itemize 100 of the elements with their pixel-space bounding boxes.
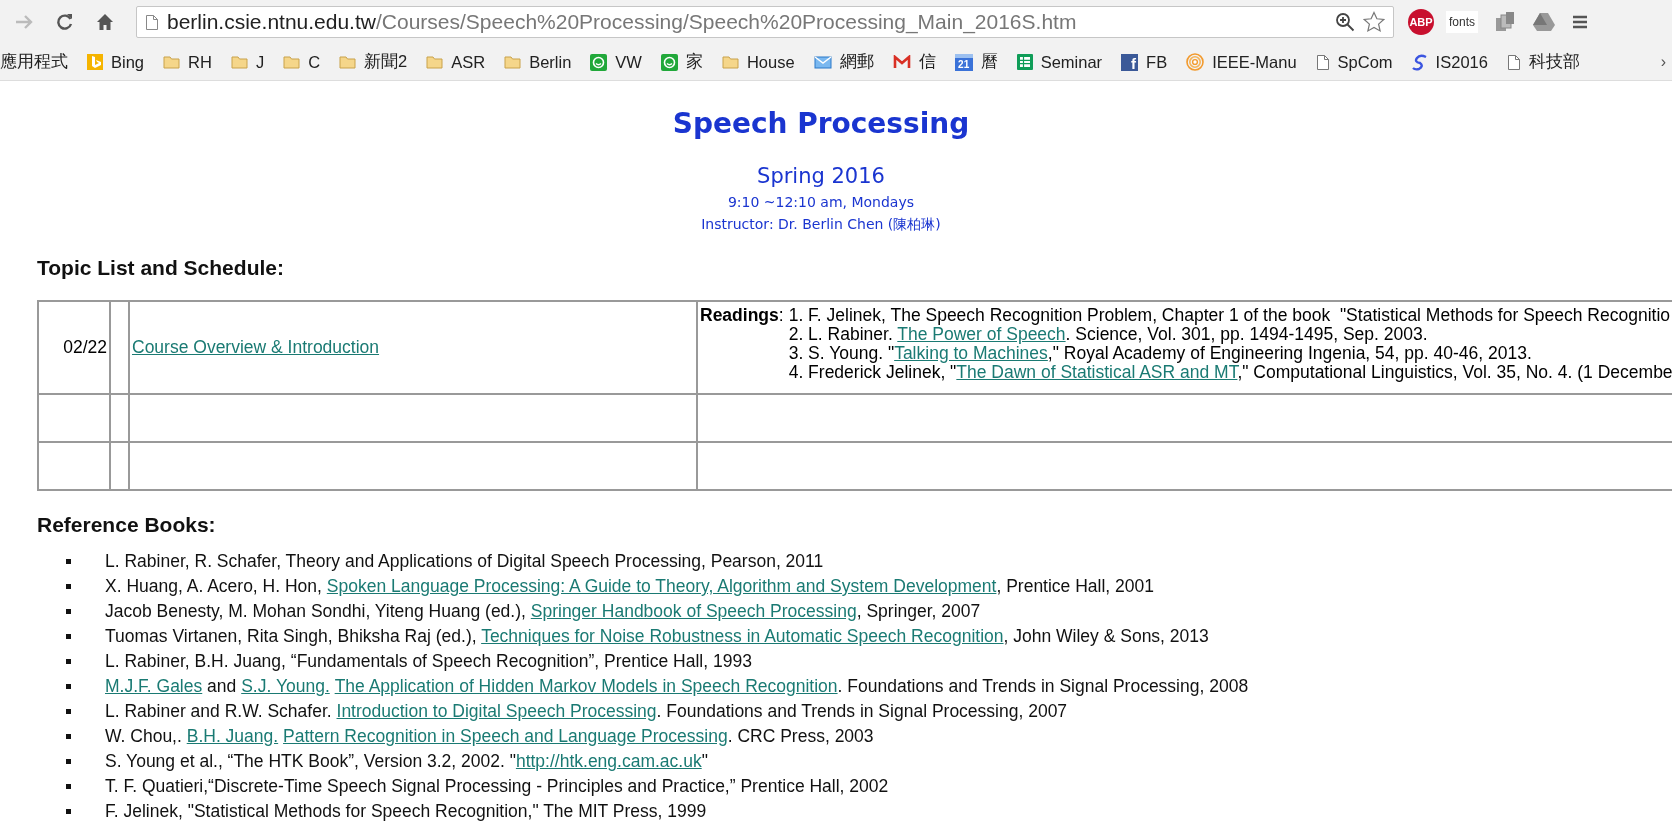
bookmark-link[interactable]: RH bbox=[188, 52, 212, 72]
apps-bookmark[interactable]: 應用程式 bbox=[0, 51, 68, 73]
reference-item: T. F. Quatieri,“Discrete-Time Speech Signal Processing - Principles and Practice,” Prentice Hall, 2002 bbox=[105, 776, 889, 797]
time-text: 9:10 ~12:10 am, Mondays bbox=[727, 194, 915, 210]
link[interactable]: Techniques for Noise Robustness in Automatic Speech Recognition bbox=[481, 626, 1004, 646]
bullet-icon bbox=[66, 559, 71, 564]
reference-item: S. Young et al., “The HTK Book”, Version 3.2, 2002. "http://htk.eng.cam.ac.uk" bbox=[105, 751, 708, 772]
bookmark-link[interactable]: ASR bbox=[451, 52, 486, 72]
star-icon[interactable] bbox=[1363, 11, 1385, 33]
bookmark-link[interactable]: 曆 bbox=[980, 51, 998, 73]
zoom-icon[interactable] bbox=[1335, 12, 1355, 32]
bullet-icon bbox=[66, 809, 71, 814]
term-text: Spring 2016 bbox=[757, 164, 885, 188]
bookmark-link[interactable]: House bbox=[746, 52, 795, 72]
link[interactable]: S.J. Young. bbox=[241, 676, 330, 696]
bookmark-link[interactable]: 網郵 bbox=[839, 51, 874, 73]
section-heading: Reference Books: bbox=[36, 513, 217, 537]
triangle-drive-icon[interactable] bbox=[1532, 12, 1556, 32]
bookmark-link[interactable]: C bbox=[308, 52, 321, 72]
bullet-icon bbox=[66, 759, 71, 764]
link[interactable]: Springer Handbook of Speech Processing bbox=[530, 601, 857, 621]
folder-icon bbox=[283, 55, 301, 69]
bookmark-link[interactable]: 信 bbox=[918, 51, 936, 73]
reading-item: 3. S. Young. "Talking to Machines," Royal Academy of Engineering Ingenia, 54, pp. 40-46, 2013. bbox=[788, 344, 1533, 363]
smiley-app-icon bbox=[660, 53, 678, 71]
page-icon bbox=[1506, 53, 1521, 71]
m-envelope-icon bbox=[892, 55, 911, 69]
bookmark-link[interactable]: Seminar bbox=[1040, 52, 1103, 72]
bookmark-link[interactable]: 家 bbox=[685, 51, 703, 73]
link[interactable]: http://htk.eng.cam.ac.uk bbox=[515, 751, 702, 771]
reference-item: L. Rabiner and R.W. Schafer. Introduction to Digital Speech Processing. Foundations and Trends in Signal Processing, 2007 bbox=[105, 701, 1068, 722]
home-icon[interactable] bbox=[96, 13, 114, 31]
bookmark-link[interactable]: VW bbox=[615, 52, 642, 72]
calendar-icon: 21 bbox=[954, 53, 973, 71]
folder-icon bbox=[721, 55, 739, 69]
smiley-app-icon bbox=[590, 53, 608, 71]
bookmark-link[interactable]: 新聞2 bbox=[364, 51, 408, 73]
copy-pages-icon[interactable] bbox=[1494, 11, 1516, 33]
bookmark-link[interactable]: FB bbox=[1146, 52, 1168, 72]
link[interactable]: The Dawn of Statistical ASR and MT bbox=[956, 362, 1238, 382]
reference-item: F. Jelinek, "Statistical Methods for Speech Recognition," The MIT Press, 1999 bbox=[105, 801, 707, 822]
topic-link[interactable]: Course Overview & Introduction bbox=[132, 337, 380, 357]
s-curve-icon bbox=[1411, 53, 1428, 71]
folder-icon bbox=[426, 55, 444, 69]
folder-icon bbox=[339, 55, 357, 69]
page-icon bbox=[1315, 53, 1330, 71]
reference-item: L. Rabiner, R. Schafer, Theory and Applications of Digital Speech Processing, Pearson, 2011 bbox=[105, 551, 824, 572]
link[interactable]: Spoken Language Processing: A Guide to Theory, Algorithm and System Development bbox=[326, 576, 997, 596]
bookmark-link[interactable]: Berlin bbox=[529, 52, 572, 72]
reload-icon[interactable] bbox=[56, 13, 74, 31]
bookmark-link[interactable]: IEEE-Manu bbox=[1212, 52, 1297, 72]
reference-item: L. Rabiner, B.H. Juang, “Fundamentals of Speech Recognition”, Prentice Hall, 1993 bbox=[105, 651, 752, 672]
bookmark-link[interactable]: J bbox=[255, 52, 265, 72]
bullet-icon bbox=[66, 634, 71, 639]
reference-item: M.J.F. Gales and S.J. Young. The Application of Hidden Markov Models in Speech Recognition. Foundations and Trends in Signal Processing, 2008 bbox=[105, 676, 1249, 697]
envelope-icon bbox=[813, 54, 832, 70]
bullet-icon bbox=[66, 734, 71, 739]
link[interactable]: M.J.F. Gales bbox=[105, 676, 203, 696]
link[interactable]: Talking to Machines bbox=[894, 343, 1048, 363]
bullet-icon bbox=[66, 584, 71, 589]
link[interactable]: B.H. Juang. bbox=[186, 726, 279, 746]
link[interactable]: Introduction to Digital Speech Processing bbox=[336, 701, 657, 721]
url-text: berlin.csie.ntnu.edu.tw/Courses/Speech%20Processing/Speech%20Processing_Main_2016S.htm bbox=[167, 10, 1077, 34]
date-text: 02/22 bbox=[63, 337, 107, 357]
reference-item: Tuomas Virtanen, Rita Singh, Bhiksha Raj (ed.), Techniques for Noise Robustness in Automatic Speech Recognition, John Wiley & Sons, 2013 bbox=[105, 626, 1209, 647]
b-logo-icon bbox=[87, 54, 103, 70]
bullet-icon bbox=[66, 659, 71, 664]
page-title: Speech Processing bbox=[672, 107, 970, 140]
menu-icon[interactable] bbox=[1572, 14, 1588, 30]
fonts-button[interactable]: fonts bbox=[1446, 11, 1478, 33]
reference-item: X. Huang, A. Acero, H. Hon, Spoken Language Processing: A Guide to Theory, Algorithm and System Development, Prentice Hall, 2001 bbox=[105, 576, 1154, 597]
readings-label: Readings: bbox=[700, 306, 784, 327]
bookmark-link[interactable]: IS2016 bbox=[1435, 52, 1488, 72]
reading-item: 4. Frederick Jelinek, "The Dawn of Statistical ASR and MT," Computational Linguistics, Vol. 35, No. 4. (1 Decembe bbox=[788, 363, 1672, 382]
address-field[interactable]: berlin.csie.ntnu.edu.tw/Courses/Speech%20Processing/Speech%20Processing_Main_2016S.htm bbox=[136, 6, 1394, 38]
bullet-icon bbox=[66, 709, 71, 714]
spreadsheet-icon bbox=[1016, 54, 1033, 70]
link[interactable]: Pattern Recognition in Speech and Language Processing bbox=[283, 726, 728, 746]
bullet-icon bbox=[66, 684, 71, 689]
reading-item: 2. L. Rabiner. The Power of Speech. Science, Vol. 301, pp. 1494-1495, Sep. 2003. bbox=[788, 325, 1429, 344]
section-heading: Topic List and Schedule: bbox=[36, 256, 285, 280]
more-bookmarks-button[interactable]: › bbox=[1660, 53, 1666, 71]
instructor-text: Instructor: Dr. Berlin Chen (陳柏琳) bbox=[701, 216, 941, 234]
link[interactable]: The Power of Speech bbox=[897, 324, 1066, 344]
link[interactable]: The Application of Hidden Markov Models in Speech Recognition bbox=[334, 676, 838, 696]
facebook-icon: f bbox=[1121, 53, 1139, 71]
folder-icon bbox=[504, 55, 522, 69]
bookmark-link[interactable]: Bing bbox=[111, 52, 145, 72]
adblock-button[interactable]: ABP bbox=[1408, 9, 1434, 35]
bullet-icon bbox=[66, 784, 71, 789]
reading-item: 1. F. Jelinek, The Speech Recognition Problem, Chapter 1 of the book "Statistical Methods for Speech Recognitio bbox=[788, 306, 1672, 325]
folder-icon bbox=[230, 55, 248, 69]
bookmark-link[interactable]: SpCom bbox=[1337, 52, 1393, 72]
reference-item: W. Chou,. B.H. Juang. Pattern Recognition in Speech and Language Processing. CRC Press, 2003 bbox=[105, 726, 874, 747]
reference-item: Jacob Benesty, M. Mohan Sondhi, Yiteng Huang (ed.), Springer Handbook of Speech Processing, Springer, 2007 bbox=[105, 601, 981, 622]
page-icon bbox=[145, 13, 159, 31]
bullet-icon bbox=[66, 609, 71, 614]
folder-icon bbox=[163, 55, 181, 69]
bookmark-link[interactable]: 科技部 bbox=[1528, 51, 1580, 73]
rings-icon bbox=[1186, 53, 1205, 71]
